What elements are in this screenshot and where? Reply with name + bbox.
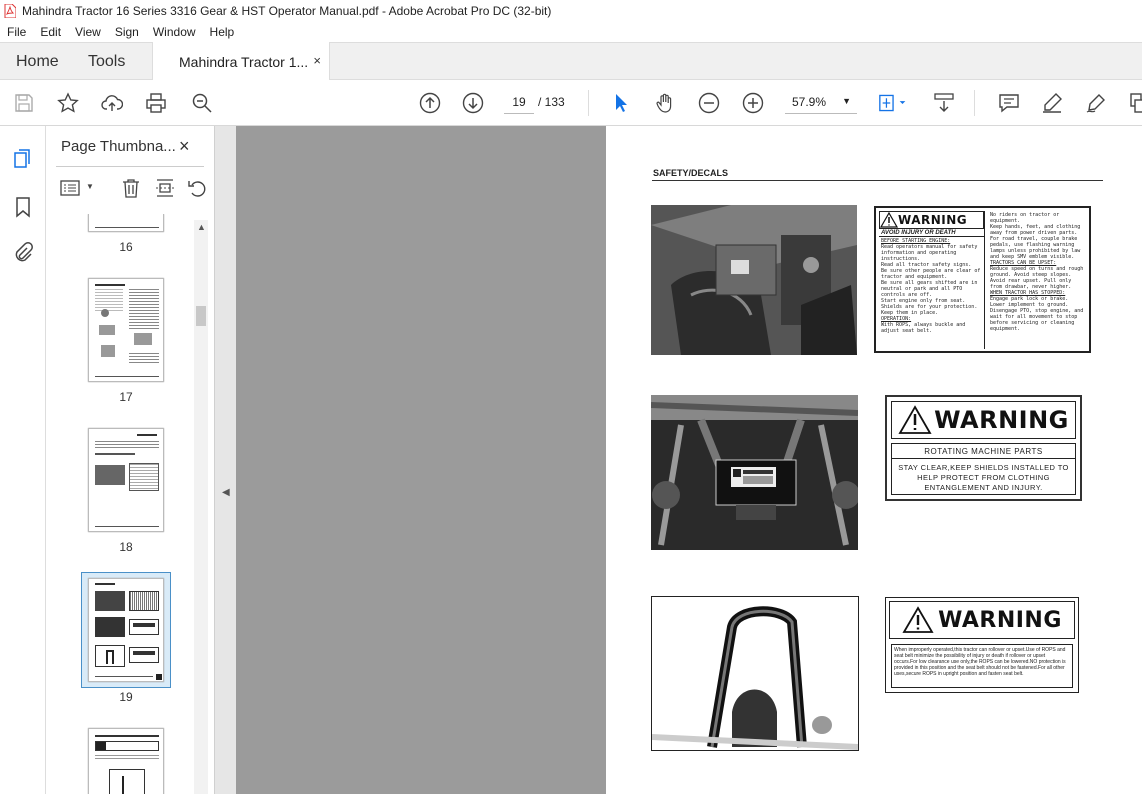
decal2-heading: WARNING	[934, 406, 1069, 434]
delete-icon[interactable]	[120, 177, 142, 199]
star-icon[interactable]	[56, 91, 80, 115]
photo-rops	[651, 596, 859, 751]
page-thumbnail[interactable]	[88, 728, 164, 794]
hand-tool-icon[interactable]	[653, 91, 677, 115]
window-title: Mahindra Tractor 16 Series 3316 Gear & H…	[22, 4, 552, 18]
thumbnail-label: 17	[119, 390, 133, 404]
decal1-heading: WARNING	[898, 213, 968, 227]
save-icon[interactable]	[12, 91, 36, 115]
zoom-in-icon[interactable]	[741, 91, 765, 115]
decal3-body: When improperly operated,this tractor ca…	[891, 644, 1073, 688]
upload-cloud-icon[interactable]	[100, 91, 124, 115]
page-number-input[interactable]: 19	[504, 90, 534, 114]
scrollbar-thumb[interactable]	[196, 306, 206, 326]
decal2-body: STAY CLEAR,KEEP SHIELDS INSTALLED TO HEL…	[898, 463, 1069, 492]
pdf-page: SAFETY/DECALS WARNING AVOID INJURY OR DE…	[606, 126, 1142, 794]
page-thumbnail-selected[interactable]	[88, 578, 164, 682]
left-nav-rail	[0, 126, 46, 794]
menu-file[interactable]: File	[0, 25, 33, 39]
panel-title: Page Thumbna...	[61, 138, 176, 155]
zoom-level-select[interactable]: 57.9% ▼	[785, 90, 857, 114]
decal-avoid-injury: WARNING AVOID INJURY OR DEATH BEFORE STA…	[874, 206, 1091, 353]
toolbar: 19 / 133 57.9% ▼	[0, 80, 1142, 126]
chevron-down-icon[interactable]: ▼	[86, 182, 94, 191]
page-thumbnail[interactable]	[88, 428, 164, 532]
thumbnail-label: 18	[119, 540, 133, 554]
title-bar: Mahindra Tractor 16 Series 3316 Gear & H…	[0, 0, 1142, 22]
page-thumbnails-panel: Page Thumbna... × ▼ 16 17 18 19 ▲	[46, 126, 214, 794]
page-total: / 133	[538, 95, 565, 109]
next-page-icon[interactable]	[461, 91, 485, 115]
menu-sign[interactable]: Sign	[108, 25, 146, 39]
decal1-col2: No riders on tractor or equipment. Keep …	[990, 212, 1084, 332]
panel-toolbar: ▼	[56, 174, 206, 204]
tab-document-label: Mahindra Tractor 1...	[179, 53, 309, 70]
bookmark-icon[interactable]	[12, 196, 34, 218]
thumbnail-label: 19	[119, 690, 133, 704]
panel-close-icon[interactable]: ×	[179, 136, 190, 157]
thumbnail-label: 16	[119, 240, 133, 254]
decal1-col1: BEFORE STARTING ENGINE: Read operators m…	[881, 238, 981, 334]
rotate-icon[interactable]	[186, 177, 208, 199]
warning-triangle-icon	[898, 405, 932, 434]
comment-icon[interactable]	[997, 91, 1021, 115]
tab-document[interactable]: Mahindra Tractor 1... ×	[152, 42, 330, 81]
warning-triangle-icon	[880, 212, 898, 228]
photo-rear-hitch	[651, 395, 858, 550]
rops-image	[652, 597, 858, 750]
zoom-search-icon[interactable]	[190, 91, 214, 115]
page-thumbnail[interactable]	[88, 214, 164, 232]
menu-bar: File Edit View Sign Window Help	[0, 22, 1142, 42]
thumbnail-list: 16 17 18 19	[46, 214, 196, 794]
tab-bar: Home Tools Mahindra Tractor 1... ×	[0, 42, 1142, 81]
decal-rotating-parts: WARNING ROTATING MACHINE PARTS STAY CLEA…	[885, 395, 1082, 501]
photo-seat-area	[651, 205, 857, 355]
more-tools-icon[interactable]	[1126, 91, 1142, 115]
acrobat-icon	[4, 4, 16, 18]
decal2-subheading: ROTATING MACHINE PARTS	[924, 447, 1043, 456]
panel-collapse-strip[interactable]: ◀	[214, 126, 236, 794]
menu-view[interactable]: View	[68, 25, 108, 39]
tractor-seat-image	[651, 205, 857, 355]
decal-rollover: WARNING When improperly operated,this tr…	[885, 597, 1079, 693]
scroll-up-icon[interactable]: ▲	[197, 222, 206, 232]
rear-hitch-image	[651, 395, 858, 550]
highlight-pen-icon[interactable]	[1040, 91, 1064, 115]
section-title: SAFETY/DECALS	[653, 168, 729, 178]
menu-window[interactable]: Window	[146, 25, 203, 39]
thumbnail-options-icon[interactable]	[60, 178, 82, 198]
warning-triangle-icon	[902, 606, 934, 633]
page-thumbnail[interactable]	[88, 278, 164, 382]
scroll-mode-icon[interactable]	[932, 91, 956, 115]
menu-help[interactable]: Help	[203, 25, 242, 39]
panel-divider	[56, 166, 204, 167]
tab-close-icon[interactable]: ×	[313, 53, 321, 68]
toolbar-divider	[974, 90, 975, 116]
tab-home[interactable]: Home	[16, 53, 59, 71]
previous-page-icon[interactable]	[418, 91, 442, 115]
menu-edit[interactable]: Edit	[33, 25, 68, 39]
zoom-level-value: 57.9%	[792, 94, 827, 109]
attachment-icon[interactable]	[12, 242, 34, 264]
collapse-arrow-icon[interactable]: ◀	[222, 487, 230, 498]
decal3-heading: WARNING	[938, 607, 1062, 633]
print-icon[interactable]	[144, 91, 168, 115]
zoom-out-icon[interactable]	[697, 91, 721, 115]
decal1-subheading: AVOID INJURY OR DEATH	[879, 230, 984, 237]
section-rule	[652, 180, 1103, 181]
tab-tools[interactable]: Tools	[88, 53, 125, 71]
extract-pages-icon[interactable]	[154, 177, 176, 199]
toolbar-divider	[588, 90, 589, 116]
sign-pen-icon[interactable]	[1084, 91, 1108, 115]
chevron-down-icon: ▼	[842, 96, 851, 106]
document-background	[236, 126, 606, 794]
fit-page-icon[interactable]	[876, 91, 912, 115]
select-cursor-icon[interactable]	[609, 91, 633, 115]
page-thumbnails-icon[interactable]	[12, 148, 34, 170]
